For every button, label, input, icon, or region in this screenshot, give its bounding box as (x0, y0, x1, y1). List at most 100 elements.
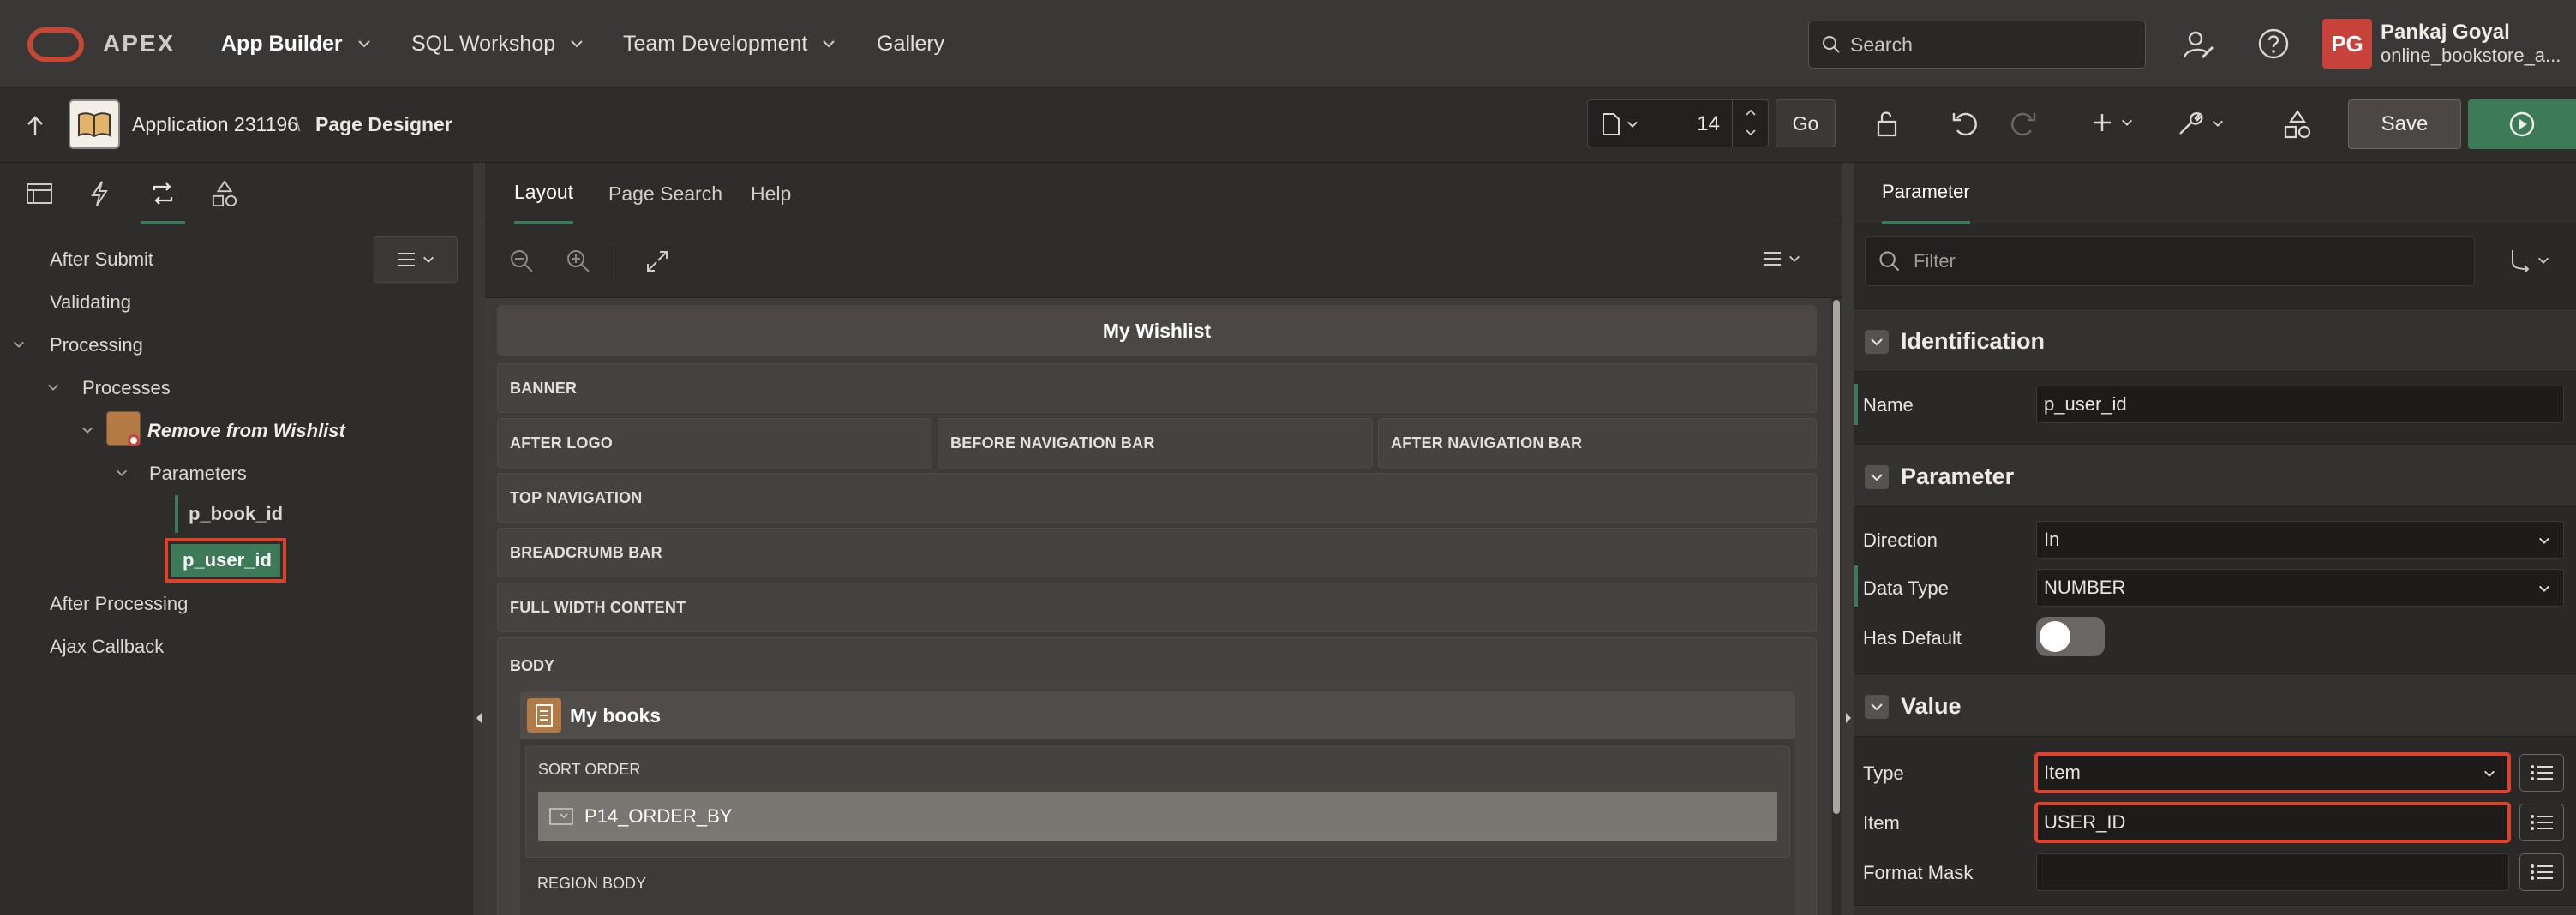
tab-parameter[interactable]: Parameter (1882, 163, 1970, 224)
right-splitter[interactable] (1842, 163, 1854, 915)
slot-label: BODY (510, 657, 555, 674)
menu-gallery[interactable]: Gallery (877, 0, 944, 87)
workspace-name[interactable]: online_bookstore_a... (2381, 45, 2561, 67)
collapse-toggle[interactable] (1865, 695, 1889, 719)
slot-banner[interactable]: BANNER (497, 363, 1817, 413)
type-list-button[interactable] (2519, 754, 2564, 792)
tree-node-p-user-id-selected[interactable]: p_user_id (165, 538, 286, 583)
item-list-button[interactable] (2519, 804, 2564, 841)
name-field[interactable]: p_user_id (2036, 386, 2564, 423)
tab-layout[interactable]: Layout (514, 163, 574, 224)
undo-icon[interactable] (1950, 110, 1980, 137)
slot-full-width-content[interactable]: FULL WIDTH CONTENT (497, 583, 1817, 632)
collapse-toggle[interactable] (1865, 330, 1889, 354)
redo-icon[interactable] (2009, 110, 2038, 137)
section-identification[interactable]: Identification (1854, 308, 2576, 372)
tree-node-processing[interactable]: Processing (50, 334, 143, 356)
shared-components-tab-icon[interactable] (211, 180, 238, 207)
shared-components-icon[interactable] (2283, 110, 2312, 139)
zoom-out-icon[interactable] (509, 248, 535, 274)
rendering-tab-icon[interactable] (26, 182, 53, 206)
chevron-up-icon[interactable] (1745, 107, 1757, 117)
arrow-up-icon[interactable] (26, 115, 45, 137)
chevron-down-icon[interactable] (115, 466, 129, 480)
direction-select[interactable]: In (2036, 521, 2564, 559)
slot-after-logo[interactable]: AFTER LOGO (497, 418, 932, 468)
layout-menu-button[interactable] (1762, 250, 1801, 267)
application-icon[interactable] (69, 99, 120, 149)
tab-help[interactable]: Help (751, 163, 791, 224)
property-filter-input[interactable]: Filter (1865, 236, 2475, 286)
tree-node-parameters[interactable]: Parameters (149, 463, 247, 485)
oracle-logo-icon[interactable] (27, 27, 84, 62)
section-parameter[interactable]: Parameter (1854, 444, 2576, 507)
page-item-p14-order-by[interactable]: P14_ORDER_BY (538, 792, 1777, 841)
tree-node-p-book-id[interactable]: p_book_id (175, 495, 283, 533)
collapse-right-icon[interactable] (1844, 711, 1853, 725)
property-label-has-default: Has Default (1863, 627, 1962, 649)
processing-tab[interactable] (141, 163, 185, 224)
user-name[interactable]: Pankaj Goyal (2381, 21, 2510, 45)
tree-node-ajax-callback[interactable]: Ajax Callback (50, 636, 164, 658)
tree-menu-button[interactable] (374, 236, 458, 283)
run-page-button[interactable] (2468, 99, 2576, 149)
tab-label: Help (751, 182, 792, 205)
user-settings-icon[interactable] (2182, 29, 2216, 60)
slot-label: BEFORE NAVIGATION BAR (950, 434, 1155, 452)
page-number-input[interactable]: 14 (1697, 112, 1720, 136)
zoom-in-icon[interactable] (566, 248, 591, 274)
save-button[interactable]: Save (2348, 99, 2461, 149)
format-mask-field[interactable] (2036, 853, 2509, 891)
lock-page-icon[interactable] (1873, 110, 1901, 139)
property-label-direction: Direction (1863, 529, 1938, 551)
chevron-down-icon[interactable] (81, 423, 94, 437)
chevron-down-icon[interactable] (12, 338, 26, 351)
type-select[interactable]: Item (2034, 752, 2511, 793)
left-splitter[interactable] (473, 163, 485, 915)
chevron-down-icon[interactable] (46, 380, 60, 394)
tree-node-processes[interactable]: Processes (82, 377, 171, 399)
data-type-select[interactable]: NUMBER (2036, 569, 2564, 607)
region-header[interactable]: My books (520, 691, 1795, 739)
menu-team-development[interactable]: Team Development (623, 0, 836, 87)
subslot-sort-order[interactable]: SORT ORDER P14_ORDER_BY (525, 746, 1790, 858)
page-selector[interactable]: 14 (1587, 99, 1769, 147)
slot-top-navigation[interactable]: TOP NAVIGATION (497, 473, 1817, 523)
create-menu-button[interactable] (2091, 111, 2134, 134)
slot-body[interactable]: BODY My books SORT ORDER P14_ORDER_BY RE… (497, 637, 1817, 915)
section-value[interactable]: Value (1854, 673, 2576, 737)
tab-page-search[interactable]: Page Search (608, 163, 722, 224)
apex-brand[interactable]: APEX (103, 30, 175, 57)
tree-node-after-submit[interactable]: After Submit (50, 248, 153, 271)
menu-app-builder[interactable]: App Builder (221, 0, 372, 87)
menu-sql-workshop[interactable]: SQL Workshop (411, 0, 584, 87)
utilities-menu-button[interactable] (2177, 110, 2225, 137)
slot-before-navigation-bar[interactable]: BEFORE NAVIGATION BAR (938, 418, 1373, 468)
go-to-group-button[interactable] (2509, 248, 2550, 272)
breadcrumb-application[interactable]: Application 231196 (132, 113, 298, 136)
collapse-toggle[interactable] (1865, 465, 1889, 489)
dynamic-actions-tab-icon[interactable] (89, 180, 110, 207)
help-icon[interactable] (2257, 27, 2290, 60)
tree-node-after-processing[interactable]: After Processing (50, 593, 188, 615)
go-label: Go (1792, 111, 1819, 135)
avatar[interactable]: PG (2322, 19, 2372, 69)
has-default-toggle[interactable] (2036, 617, 2105, 656)
canvas-scrollbar[interactable] (1832, 298, 1841, 915)
search-icon (1879, 251, 1900, 272)
slot-after-navigation-bar[interactable]: AFTER NAVIGATION BAR (1378, 418, 1817, 468)
tree-node-validating[interactable]: Validating (50, 291, 131, 314)
format-mask-list-button[interactable] (2519, 853, 2564, 891)
global-search-input[interactable]: Search (1808, 21, 2146, 69)
page-number-stepper[interactable] (1732, 100, 1768, 147)
slot-breadcrumb-bar[interactable]: BREADCRUMB BAR (497, 528, 1817, 577)
region-my-books[interactable]: My books SORT ORDER P14_ORDER_BY REGION … (520, 691, 1795, 915)
go-button[interactable]: Go (1776, 99, 1836, 147)
collapse-left-icon[interactable] (475, 711, 483, 725)
expand-icon[interactable] (644, 248, 670, 274)
item-field[interactable]: USER_ID (2034, 802, 2511, 843)
chevron-down-icon[interactable] (1745, 128, 1757, 138)
page-title-bar[interactable]: My Wishlist (497, 305, 1817, 356)
tree-node-remove-from-wishlist[interactable]: Remove from Wishlist (147, 420, 345, 442)
scrollbar-thumb[interactable] (1833, 300, 1840, 814)
